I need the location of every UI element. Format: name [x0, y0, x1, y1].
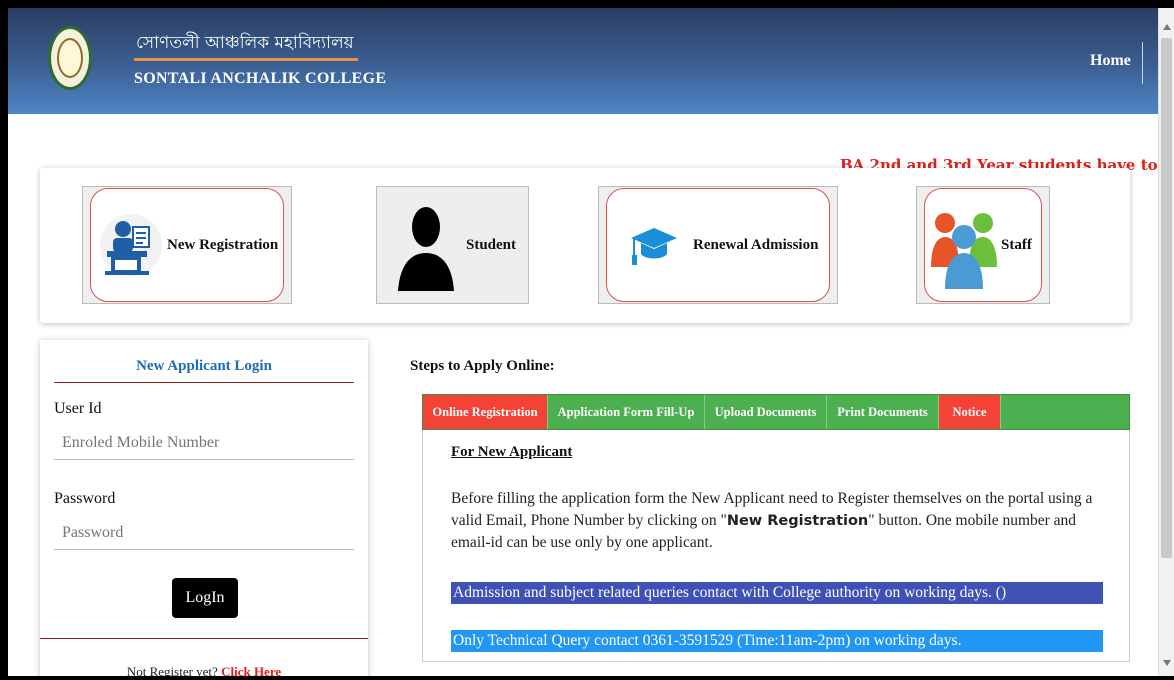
login-footer-divider: [40, 638, 368, 639]
registration-icon: [100, 214, 162, 276]
browser-viewport: সোণতলী আঞ্চলিক মহাবিদ্যালয় SONTALI ANCH…: [8, 8, 1158, 676]
renewal-admission-card[interactable]: Renewal Admission: [598, 186, 838, 304]
tab-notice[interactable]: Notice: [939, 395, 1001, 429]
login-button[interactable]: LogIn: [172, 578, 238, 618]
panel-instructions: Before filling the application form the …: [451, 488, 1113, 554]
not-registered-label: Not Register yet?: [126, 664, 222, 676]
tab-application-form[interactable]: Application Form Fill-Up: [548, 395, 705, 429]
password-label: Password: [54, 490, 116, 507]
technical-query-banner: Only Technical Query contact 0361-359152…: [451, 630, 1103, 652]
vertical-scrollbar[interactable]: [1158, 8, 1174, 676]
instructions-bold-term: New Registration: [726, 513, 869, 529]
student-silhouette-icon: [398, 207, 454, 291]
click-here-link[interactable]: Click Here: [221, 664, 281, 676]
login-divider: [54, 382, 354, 383]
new-registration-label: New Registration: [167, 236, 279, 253]
steps-tab-bar: Online Registration Application Form Fil…: [422, 394, 1130, 430]
tab-content-panel: For New Applicant Before filling the app…: [422, 430, 1130, 662]
password-input[interactable]: [54, 516, 354, 550]
not-registered-text: Not Register yet? Click Here: [40, 664, 368, 676]
scroll-down-icon[interactable]: [1163, 660, 1171, 666]
graduation-cap-icon: [631, 228, 677, 265]
site-header: সোণতলী আঞ্চলিক মহাবিদ্যালয় SONTALI ANCH…: [8, 8, 1158, 114]
nav-home-link[interactable]: Home: [1090, 52, 1131, 70]
quick-links-panel: New Registration Student Renewal Admissi…: [40, 168, 1130, 323]
scrollbar-thumb[interactable]: [1161, 38, 1172, 558]
panel-heading: For New Applicant: [451, 444, 573, 460]
login-title: New Applicant Login: [136, 358, 272, 374]
student-label: Student: [466, 236, 517, 253]
college-name-english: SONTALI ANCHALIK COLLEGE: [134, 70, 387, 87]
steps-title: Steps to Apply Online:: [410, 358, 555, 374]
user-id-label: User Id: [54, 400, 102, 417]
student-card[interactable]: Student: [376, 186, 529, 304]
scroll-up-icon[interactable]: [1163, 24, 1171, 30]
tab-online-registration[interactable]: Online Registration: [423, 395, 548, 429]
admission-query-banner: Admission and subject related queries co…: [451, 582, 1103, 604]
user-id-input[interactable]: [54, 426, 354, 460]
tab-print-documents[interactable]: Print Documents: [827, 395, 939, 429]
staff-group-icon: [931, 213, 997, 289]
nav-separator: [1142, 42, 1143, 84]
staff-card[interactable]: Staff: [916, 186, 1050, 304]
college-logo[interactable]: [48, 26, 92, 90]
tab-upload-documents[interactable]: Upload Documents: [705, 395, 827, 429]
renewal-admission-label: Renewal Admission: [693, 236, 819, 253]
applicant-login-panel: New Applicant Login User Id Password Log…: [40, 340, 368, 676]
staff-label: Staff: [1001, 236, 1032, 253]
new-registration-card[interactable]: New Registration: [82, 186, 292, 304]
header-divider-line: [134, 58, 358, 61]
college-name-bengali: সোণতলী আঞ্চলিক মহাবিদ্যালয়: [136, 33, 354, 53]
